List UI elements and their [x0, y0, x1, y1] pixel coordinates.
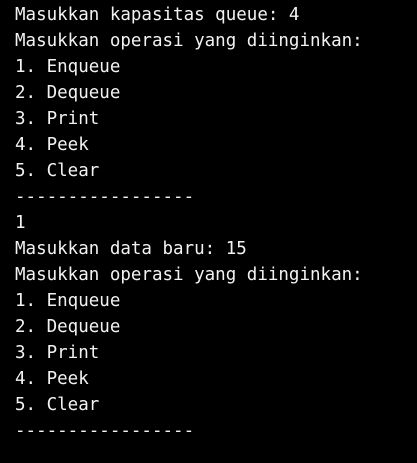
menu-option-dequeue: 2. Dequeue	[15, 317, 121, 337]
prompt-operation-line: Masukkan operasi yang diinginkan:	[15, 265, 363, 285]
menu-option-clear: 5. Clear	[15, 395, 100, 415]
prompt-capacity-line: Masukkan kapasitas queue: 4	[15, 5, 300, 25]
menu-option-clear: 5. Clear	[15, 161, 100, 181]
menu-option-print: 3. Print	[15, 109, 100, 129]
separator-line: -----------------	[15, 187, 195, 207]
prompt-new-data-line: Masukkan data baru: 15	[15, 239, 247, 259]
console-output[interactable]: Masukkan kapasitas queue: 4 Masukkan ope…	[0, 0, 417, 463]
separator-line: -----------------	[15, 421, 195, 441]
menu-option-peek: 4. Peek	[15, 369, 89, 389]
menu-option-dequeue: 2. Dequeue	[15, 83, 121, 103]
menu-option-peek: 4. Peek	[15, 135, 89, 155]
menu-option-print: 3. Print	[15, 343, 100, 363]
user-input-line: 1	[15, 213, 26, 233]
prompt-operation-line: Masukkan operasi yang diinginkan:	[15, 31, 363, 51]
menu-option-enqueue: 1. Enqueue	[15, 57, 121, 77]
menu-option-enqueue: 1. Enqueue	[15, 291, 121, 311]
